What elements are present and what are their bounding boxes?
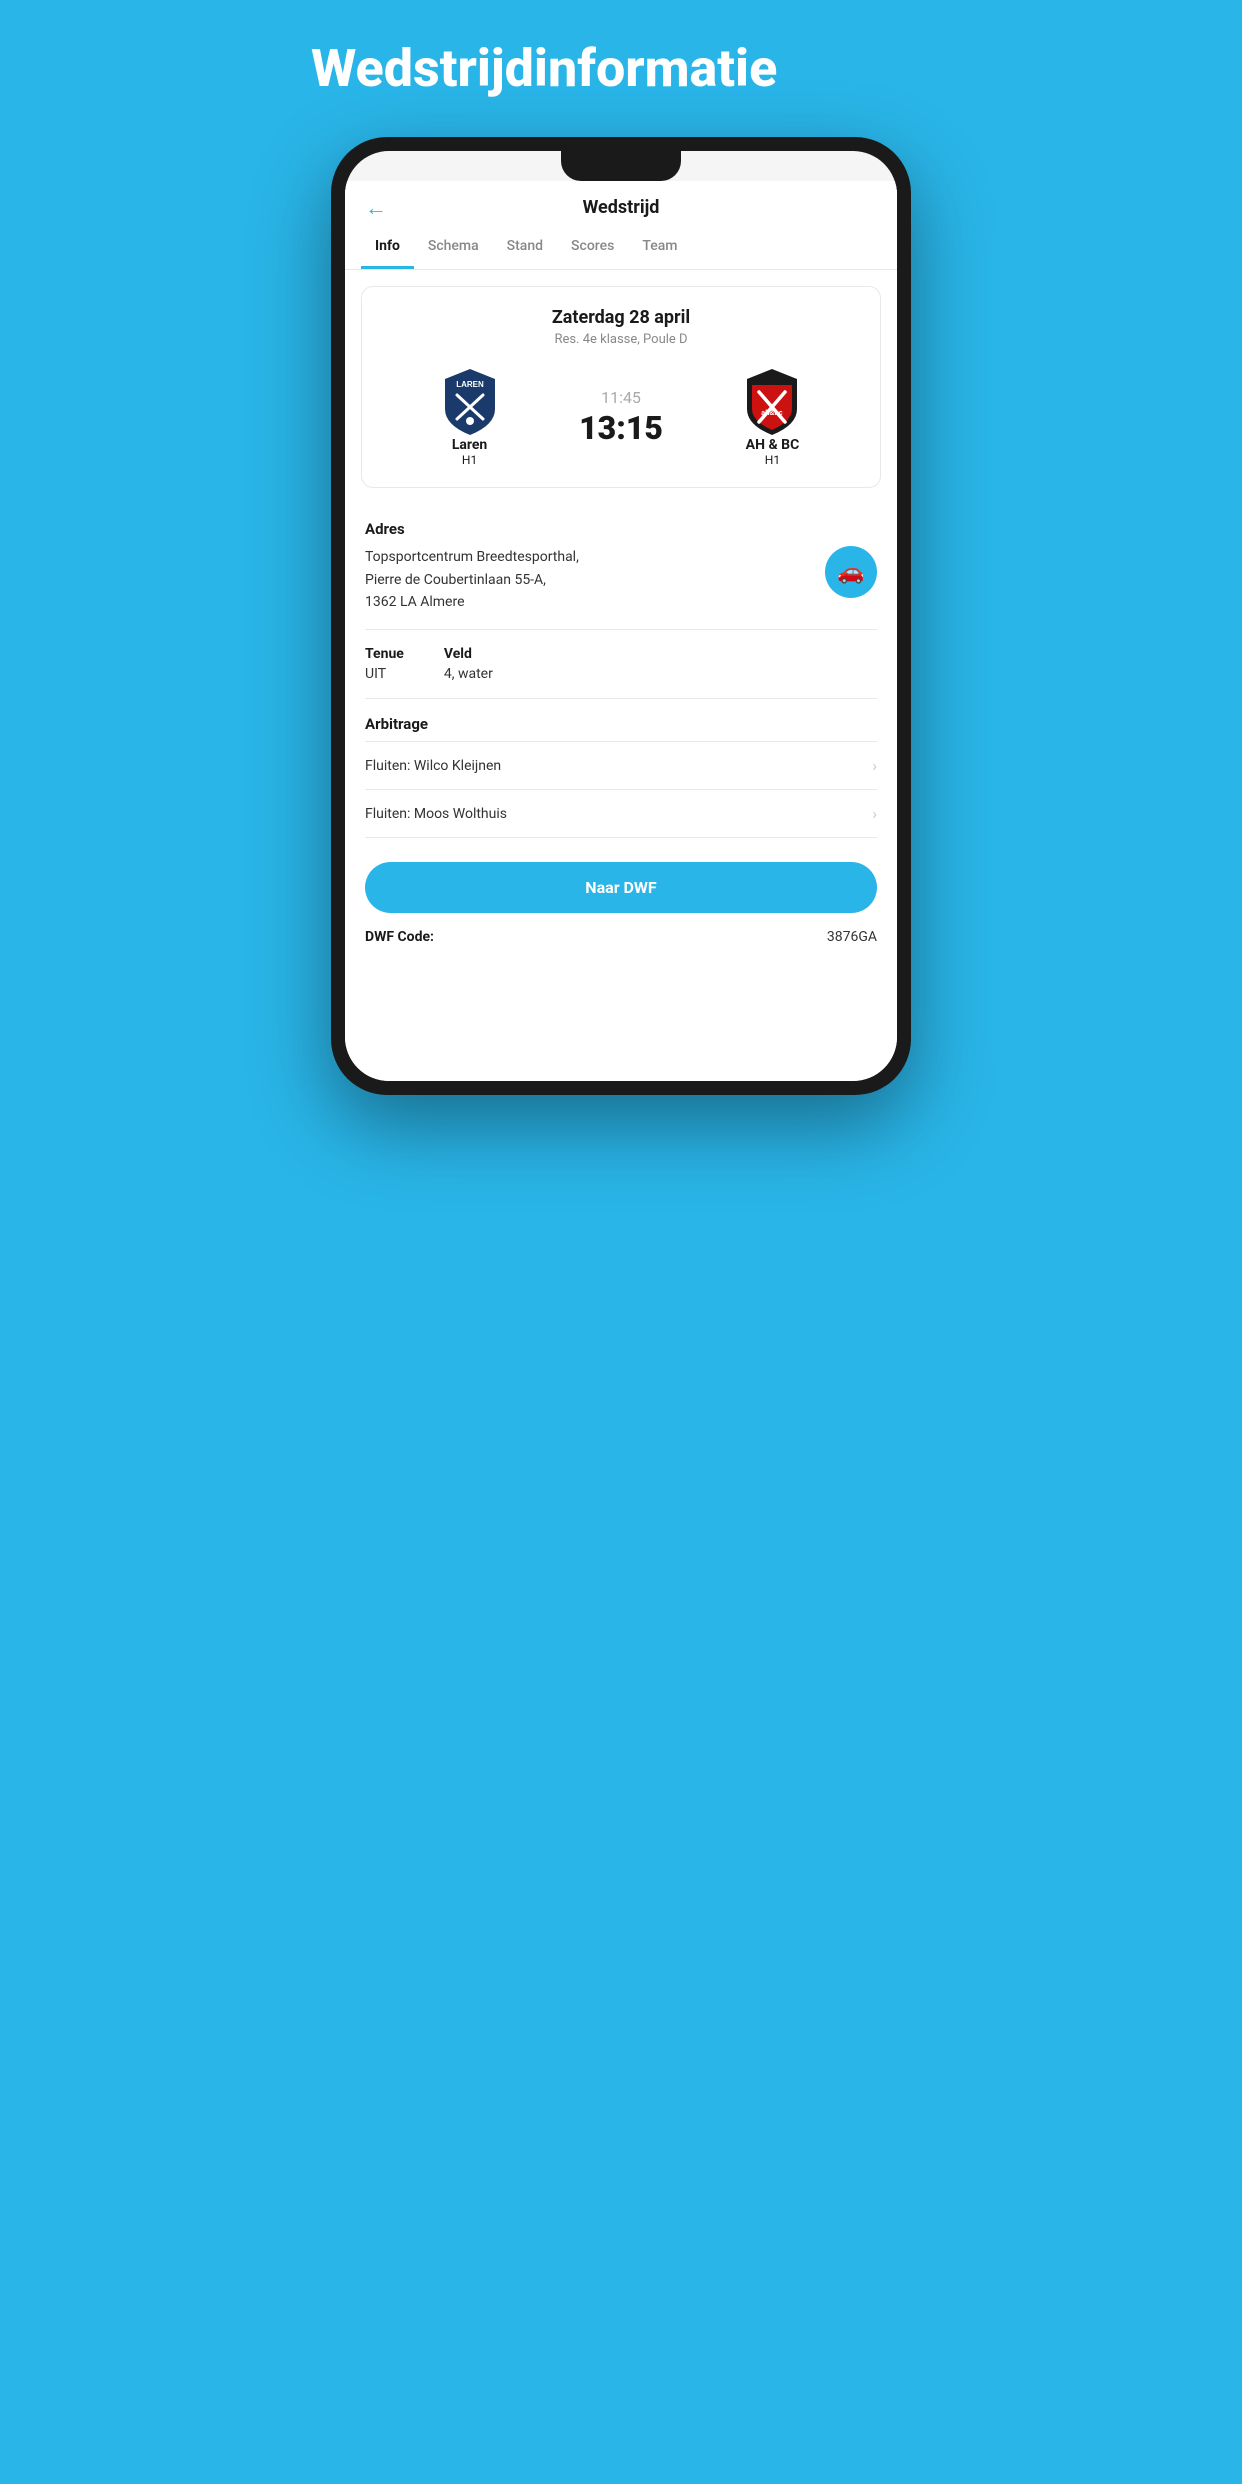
- header-title: Wedstrijd: [583, 197, 660, 218]
- tab-info[interactable]: Info: [361, 226, 414, 269]
- tenue-label: Tenue: [365, 646, 404, 662]
- phone-screen: ← Wedstrijd Info Schema Stand Scores Tea…: [345, 151, 897, 1081]
- chevron-icon-1: ›: [872, 756, 877, 775]
- tenue-item: Tenue UIT: [365, 646, 404, 682]
- address-row: Topsportcentrum Breedtesporthal,Pierre d…: [365, 546, 877, 613]
- arbiter-2-text: Fluiten: Moos Wolthuis: [365, 806, 507, 822]
- tenue-value: UIT: [365, 666, 404, 682]
- arbitrage-title: Arbitrage: [365, 715, 877, 733]
- app-content: ← Wedstrijd Info Schema Stand Scores Tea…: [345, 181, 897, 1081]
- match-competition: Res. 4e klasse, Poule D: [378, 332, 864, 347]
- match-card: Zaterdag 28 april Res. 4e klasse, Poule …: [361, 286, 881, 488]
- naar-dwf-button[interactable]: Naar DWF: [365, 862, 877, 913]
- address-label: Adres: [365, 520, 877, 538]
- app-header: ← Wedstrijd: [345, 181, 897, 226]
- address-section: Adres Topsportcentrum Breedtesporthal,Pi…: [345, 504, 897, 629]
- back-button[interactable]: ←: [365, 195, 387, 221]
- navigate-button[interactable]: 🚗: [825, 546, 877, 598]
- score-time-scheduled: 11:45: [601, 388, 641, 407]
- svg-text:LAREN: LAREN: [456, 380, 484, 389]
- address-text: Topsportcentrum Breedtesporthal,Pierre d…: [365, 546, 813, 613]
- chevron-icon-2: ›: [872, 804, 877, 823]
- ahbc-logo: ah&bc: [737, 367, 807, 437]
- score-block: 11:45 13:15: [569, 388, 673, 447]
- arbiter-row-2[interactable]: Fluiten: Moos Wolthuis ›: [365, 789, 877, 838]
- dwf-code-value: 3876GA: [827, 929, 877, 945]
- veld-item: Veld 4, water: [444, 646, 493, 682]
- arbitrage-section: Arbitrage Fluiten: Wilco Kleijnen › Flui…: [345, 699, 897, 842]
- car-icon: 🚗: [837, 560, 864, 585]
- away-team-name: AH & BC: [746, 437, 800, 453]
- phone-mockup: ← Wedstrijd Info Schema Stand Scores Tea…: [331, 137, 911, 1095]
- home-team: LAREN Laren H1: [378, 367, 561, 467]
- tenue-veld-section: Tenue UIT Veld 4, water: [345, 630, 897, 698]
- match-teams: LAREN Laren H1 11:45 13:15: [378, 367, 864, 467]
- home-team-sub: H1: [462, 453, 477, 467]
- tab-scores[interactable]: Scores: [557, 226, 628, 269]
- tab-stand[interactable]: Stand: [493, 226, 557, 269]
- veld-value: 4, water: [444, 666, 493, 682]
- svg-text:ah&bc: ah&bc: [762, 410, 784, 417]
- tab-schema[interactable]: Schema: [414, 226, 493, 269]
- tab-team[interactable]: Team: [628, 226, 691, 269]
- page-title: Wedstrijdinformatie: [311, 40, 931, 97]
- arbiter-1-text: Fluiten: Wilco Kleijnen: [365, 758, 501, 774]
- veld-label: Veld: [444, 646, 493, 662]
- away-team-sub: H1: [765, 453, 780, 467]
- away-team: ah&bc AH & BC H1: [681, 367, 864, 467]
- match-date: Zaterdag 28 april: [378, 307, 864, 328]
- naar-dwf-area: Naar DWF: [345, 842, 897, 913]
- dwf-code-row: DWF Code: 3876GA: [345, 913, 897, 961]
- tab-bar: Info Schema Stand Scores Team: [345, 226, 897, 270]
- score-time-actual: 13:15: [579, 409, 663, 447]
- phone-notch: [561, 151, 681, 181]
- laren-logo: LAREN: [435, 367, 505, 437]
- home-team-name: Laren: [452, 437, 487, 453]
- dwf-code-label: DWF Code:: [365, 929, 434, 945]
- arbiter-row-1[interactable]: Fluiten: Wilco Kleijnen ›: [365, 741, 877, 789]
